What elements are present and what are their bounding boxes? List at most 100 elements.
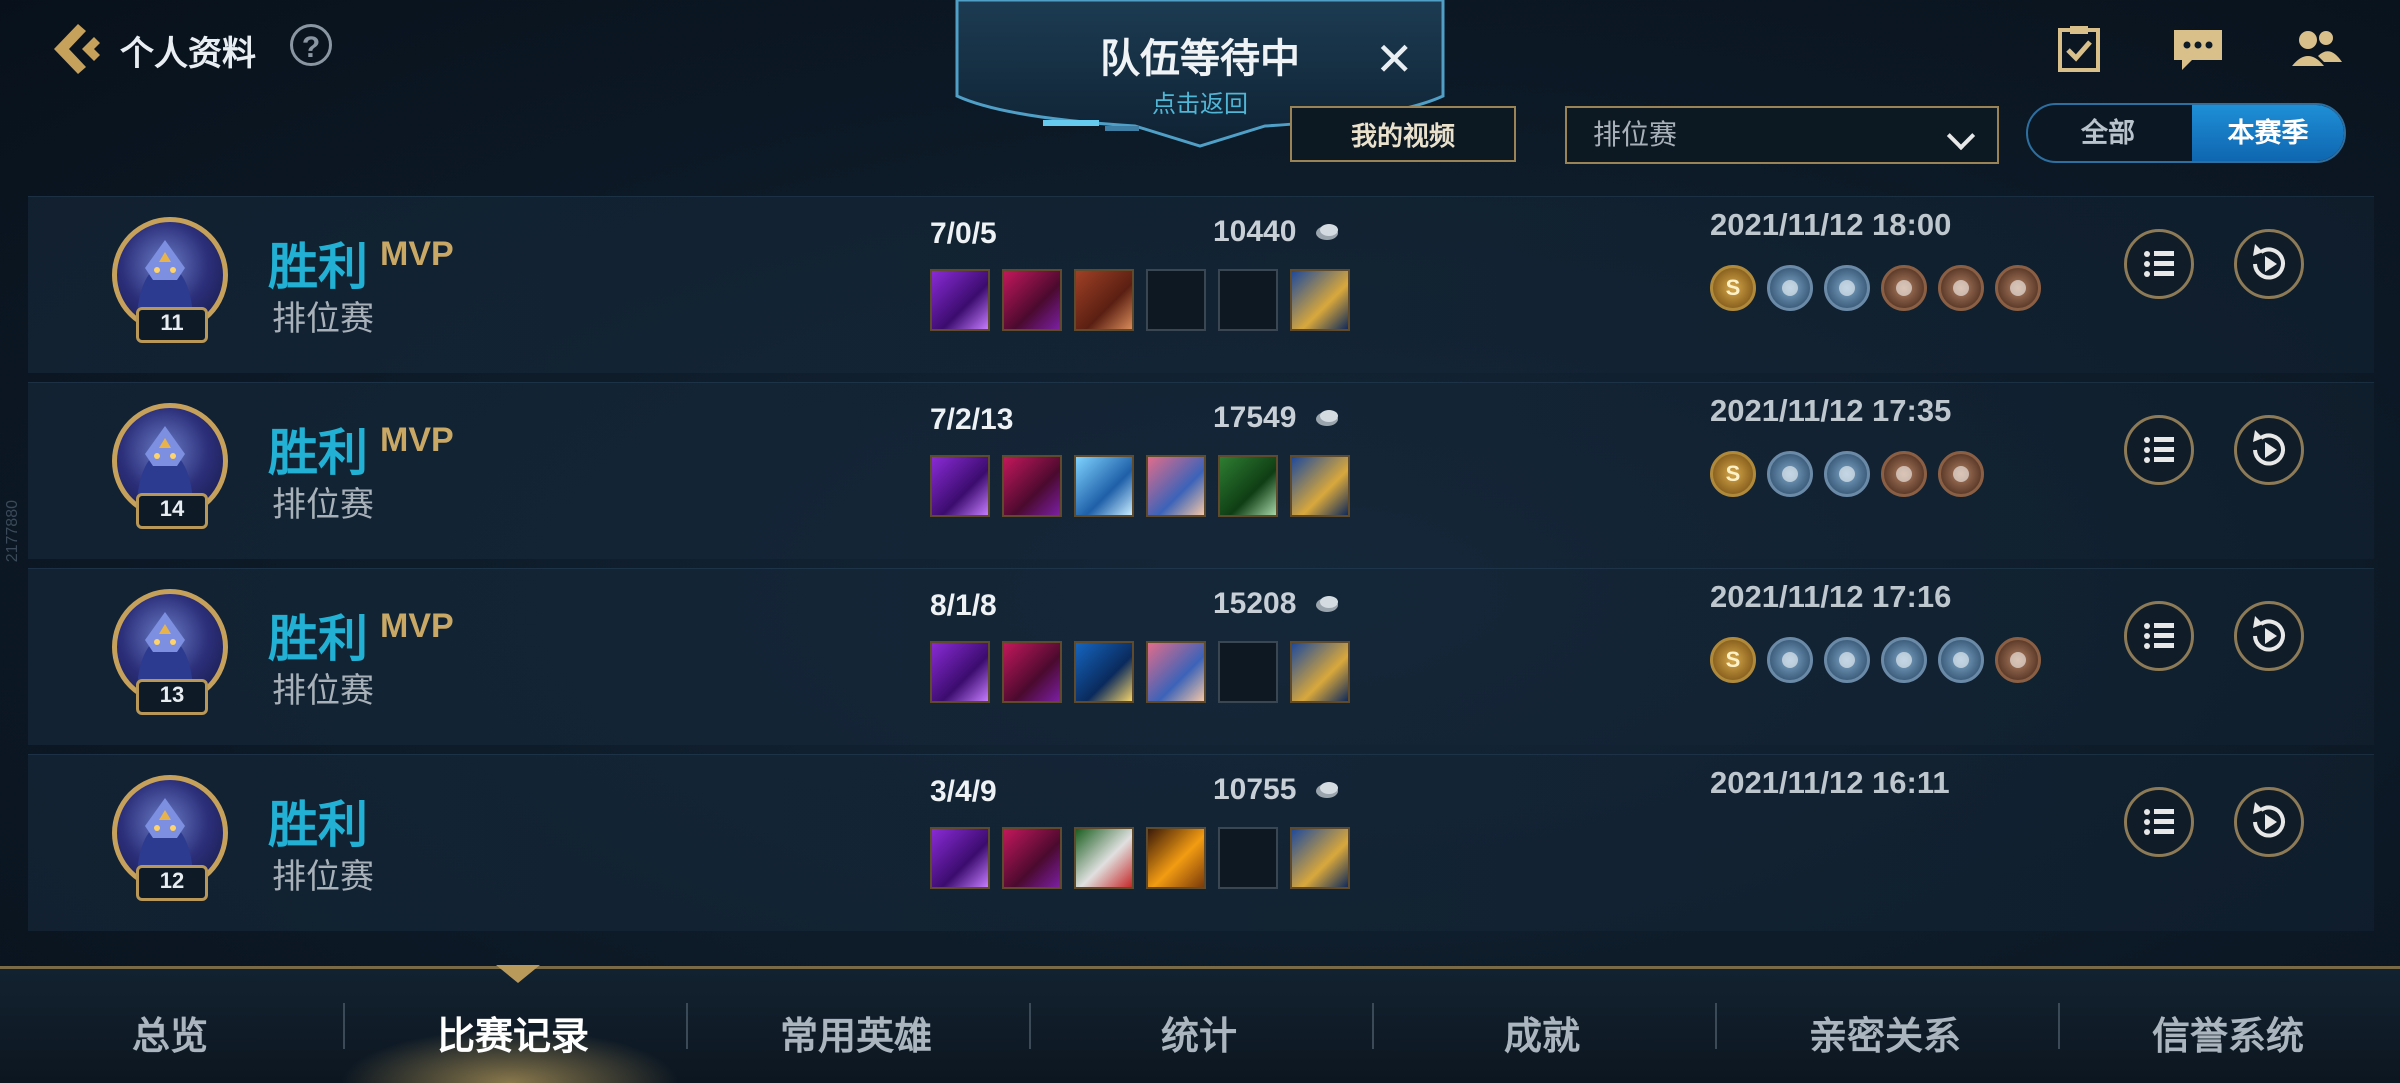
hero-portrait-icon bbox=[137, 240, 193, 318]
list-icon bbox=[2144, 437, 2174, 463]
replay-button[interactable] bbox=[2234, 229, 2304, 299]
hero-level-badge: 12 bbox=[136, 865, 208, 901]
bottom-nav: 总览 比赛记录 常用英雄 统计 成就 亲密关系 信誉系统 bbox=[0, 965, 2400, 1083]
match-row[interactable]: 12 胜利 排位赛 3/4/9 10755 2021/11/12 16:11 bbox=[28, 754, 2374, 931]
fox-mask-item-icon[interactable] bbox=[1146, 455, 1206, 517]
empty-item-slot[interactable] bbox=[1218, 641, 1278, 703]
blue-medal-icon[interactable] bbox=[1938, 637, 1984, 683]
mode-select[interactable]: 排位赛 bbox=[1565, 106, 1999, 164]
blue-spear-item-icon[interactable] bbox=[1074, 641, 1134, 703]
coin-icon bbox=[1316, 410, 1338, 426]
replay-icon bbox=[2253, 616, 2285, 652]
help-icon[interactable]: ? bbox=[290, 24, 332, 66]
empty-item-slot[interactable] bbox=[1218, 269, 1278, 331]
replay-button[interactable] bbox=[2234, 415, 2304, 485]
match-mode: 排位赛 bbox=[272, 672, 374, 710]
tasks-icon[interactable] bbox=[2052, 24, 2108, 74]
mvp-badge: MVP bbox=[380, 421, 454, 459]
bronze-medal-icon[interactable] bbox=[1995, 265, 2041, 311]
list-icon bbox=[2144, 623, 2174, 649]
match-datetime: 2021/11/12 17:16 bbox=[1710, 579, 1952, 614]
match-mode: 排位赛 bbox=[272, 300, 374, 338]
golden-hourglass-item-icon[interactable] bbox=[1290, 455, 1350, 517]
page-title: 个人资料 bbox=[120, 35, 256, 73]
crimson-mask-item-icon[interactable] bbox=[1002, 455, 1062, 517]
blue-medal-icon[interactable] bbox=[1824, 451, 1870, 497]
bronze-medal-icon[interactable] bbox=[1995, 637, 2041, 683]
ice-creature-item-icon[interactable] bbox=[1074, 455, 1134, 517]
green-helm-item-icon[interactable] bbox=[1218, 455, 1278, 517]
kda: 3/4/9 bbox=[930, 775, 997, 808]
nav-tab[interactable]: 成就 bbox=[1372, 1005, 1712, 1060]
match-datetime: 2021/11/12 16:11 bbox=[1710, 765, 1950, 800]
close-icon[interactable]: ✕ bbox=[1375, 36, 1414, 82]
crimson-mask-item-icon[interactable] bbox=[1002, 269, 1062, 331]
purple-hammer-item-icon[interactable] bbox=[930, 269, 990, 331]
bronze-medal-icon[interactable] bbox=[1881, 451, 1927, 497]
green-mask-item-icon[interactable] bbox=[1074, 827, 1134, 889]
nav-separator bbox=[1715, 1003, 1717, 1049]
blue-medal-icon[interactable] bbox=[1881, 637, 1927, 683]
my-video-button[interactable]: 我的视频 bbox=[1290, 106, 1516, 162]
back-arrow-icon bbox=[54, 24, 100, 74]
chat-icon[interactable] bbox=[2170, 24, 2226, 74]
coin-icon bbox=[1316, 224, 1338, 240]
toggle-this-season[interactable]: 本赛季 bbox=[2192, 105, 2344, 161]
blue-medal-icon[interactable] bbox=[1767, 637, 1813, 683]
friends-icon[interactable] bbox=[2288, 24, 2344, 74]
match-row[interactable]: 13 胜利 MVP 排位赛 8/1/8 15208 2021/11/12 17:… bbox=[28, 568, 2374, 745]
bronze-medal-icon[interactable] bbox=[1938, 265, 1984, 311]
season-toggle[interactable]: 全部 本赛季 bbox=[2026, 103, 2346, 163]
match-result: 胜利 bbox=[268, 611, 368, 667]
nav-tab[interactable]: 亲密关系 bbox=[1715, 1005, 2055, 1060]
nav-tab[interactable]: 信誉系统 bbox=[2058, 1005, 2398, 1060]
details-button[interactable] bbox=[2124, 787, 2194, 857]
empty-item-slot[interactable] bbox=[1218, 827, 1278, 889]
golden-hourglass-item-icon[interactable] bbox=[1290, 827, 1350, 889]
purple-hammer-item-icon[interactable] bbox=[930, 641, 990, 703]
details-button[interactable] bbox=[2124, 229, 2194, 299]
blue-medal-icon[interactable] bbox=[1767, 265, 1813, 311]
blue-medal-icon[interactable] bbox=[1767, 451, 1813, 497]
fox-mask-item-icon[interactable] bbox=[1146, 641, 1206, 703]
replay-button[interactable] bbox=[2234, 601, 2304, 671]
golden-hourglass-item-icon[interactable] bbox=[1290, 269, 1350, 331]
empty-item-slot[interactable] bbox=[1146, 269, 1206, 331]
red-book-item-icon[interactable] bbox=[1074, 269, 1134, 331]
nav-separator bbox=[343, 1003, 345, 1049]
match-datetime: 2021/11/12 17:35 bbox=[1710, 393, 1952, 428]
active-tab-notch bbox=[496, 965, 540, 983]
coin-icon bbox=[1316, 596, 1338, 612]
nav-tab[interactable]: 常用英雄 bbox=[686, 1005, 1026, 1060]
nav-tab[interactable]: 总览 bbox=[0, 1005, 340, 1060]
gold-s-medal-icon[interactable]: S bbox=[1710, 637, 1756, 683]
orange-staff-item-icon[interactable] bbox=[1146, 827, 1206, 889]
nav-separator bbox=[1372, 1003, 1374, 1049]
details-button[interactable] bbox=[2124, 415, 2194, 485]
coin-icon bbox=[1316, 782, 1338, 798]
match-result: 胜利 bbox=[268, 425, 368, 481]
match-row[interactable]: 14 胜利 MVP 排位赛 7/2/13 17549 2021/11/12 17… bbox=[28, 382, 2374, 559]
crimson-mask-item-icon[interactable] bbox=[1002, 827, 1062, 889]
bronze-medal-icon[interactable] bbox=[1938, 451, 1984, 497]
gold-s-medal-icon[interactable]: S bbox=[1710, 451, 1756, 497]
nav-tab[interactable]: 比赛记录 bbox=[343, 1005, 683, 1060]
bronze-medal-icon[interactable] bbox=[1881, 265, 1927, 311]
replay-button[interactable] bbox=[2234, 787, 2304, 857]
golden-hourglass-item-icon[interactable] bbox=[1290, 641, 1350, 703]
match-row[interactable]: 11 胜利 MVP 排位赛 7/0/5 10440 2021/11/12 18:… bbox=[28, 196, 2374, 373]
details-button[interactable] bbox=[2124, 601, 2194, 671]
toggle-all[interactable]: 全部 bbox=[2028, 105, 2188, 161]
purple-hammer-item-icon[interactable] bbox=[930, 455, 990, 517]
blue-medal-icon[interactable] bbox=[1824, 265, 1870, 311]
hero-level-badge: 14 bbox=[136, 493, 208, 529]
hero-portrait-icon bbox=[137, 612, 193, 690]
blue-medal-icon[interactable] bbox=[1824, 637, 1870, 683]
crimson-mask-item-icon[interactable] bbox=[1002, 641, 1062, 703]
nav-tab[interactable]: 统计 bbox=[1029, 1005, 1369, 1060]
gold-s-medal-icon[interactable]: S bbox=[1710, 265, 1756, 311]
replay-icon bbox=[2253, 430, 2285, 466]
mode-select-value: 排位赛 bbox=[1593, 119, 1678, 150]
purple-hammer-item-icon[interactable] bbox=[930, 827, 990, 889]
back-button[interactable] bbox=[48, 18, 108, 80]
